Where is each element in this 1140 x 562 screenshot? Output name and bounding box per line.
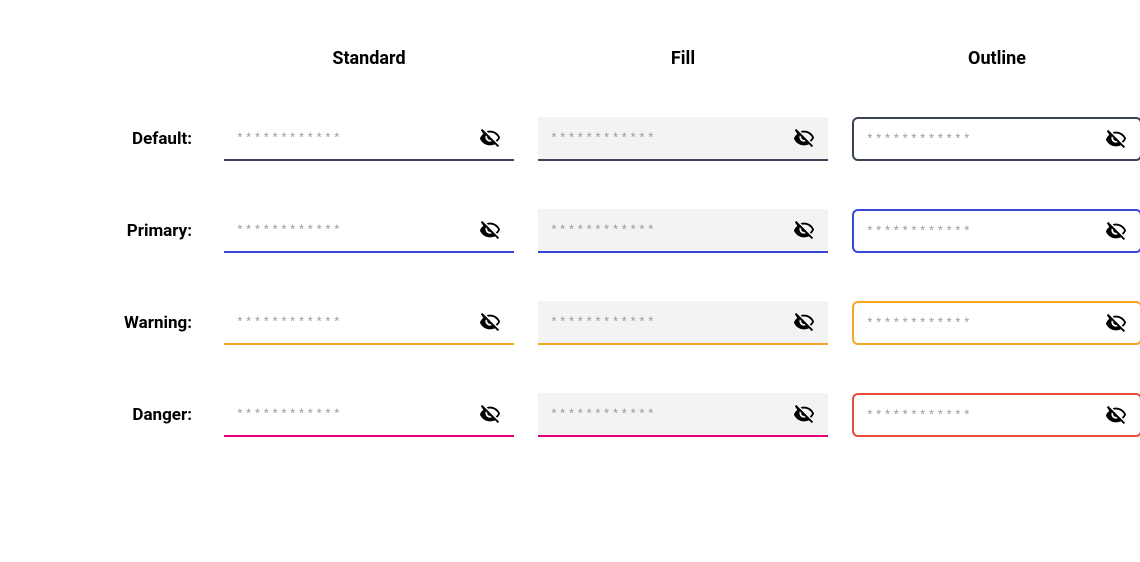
eye-off-icon[interactable] — [792, 126, 816, 150]
placeholder-text: ************ — [236, 315, 342, 330]
column-header-fill: Fill — [538, 48, 828, 69]
column-header-outline: Outline — [852, 48, 1140, 69]
password-input-standard-warning[interactable]: ************ — [224, 301, 514, 345]
row-label-warning: Warning: — [30, 313, 200, 333]
password-input-outline-primary[interactable]: ************ — [852, 209, 1140, 253]
password-input-fill-default[interactable]: ************ — [538, 117, 828, 161]
placeholder-text: ************ — [866, 132, 972, 147]
password-input-fill-danger[interactable]: ************ — [538, 393, 828, 437]
placeholder-text: ************ — [866, 408, 972, 423]
password-input-standard-danger[interactable]: ************ — [224, 393, 514, 437]
column-header-standard: Standard — [224, 48, 514, 69]
password-input-outline-warning[interactable]: ************ — [852, 301, 1140, 345]
row-label-primary: Primary: — [30, 221, 200, 241]
eye-off-icon[interactable] — [792, 310, 816, 334]
input-variants-grid: Standard Fill Outline Default: *********… — [0, 0, 1140, 437]
placeholder-text: ************ — [236, 407, 342, 422]
eye-off-icon[interactable] — [478, 310, 502, 334]
eye-off-icon[interactable] — [1104, 127, 1128, 151]
eye-off-icon[interactable] — [1104, 219, 1128, 243]
placeholder-text: ************ — [866, 316, 972, 331]
eye-off-icon[interactable] — [1104, 311, 1128, 335]
placeholder-text: ************ — [550, 315, 656, 330]
eye-off-icon[interactable] — [792, 218, 816, 242]
eye-off-icon[interactable] — [478, 402, 502, 426]
password-input-fill-primary[interactable]: ************ — [538, 209, 828, 253]
eye-off-icon[interactable] — [478, 218, 502, 242]
placeholder-text: ************ — [236, 223, 342, 238]
placeholder-text: ************ — [866, 224, 972, 239]
password-input-standard-default[interactable]: ************ — [224, 117, 514, 161]
eye-off-icon[interactable] — [478, 126, 502, 150]
eye-off-icon[interactable] — [1104, 403, 1128, 427]
eye-off-icon[interactable] — [792, 402, 816, 426]
placeholder-text: ************ — [550, 407, 656, 422]
placeholder-text: ************ — [550, 131, 656, 146]
password-input-outline-default[interactable]: ************ — [852, 117, 1140, 161]
password-input-standard-primary[interactable]: ************ — [224, 209, 514, 253]
row-label-default: Default: — [30, 129, 200, 149]
row-label-danger: Danger: — [30, 405, 200, 425]
placeholder-text: ************ — [550, 223, 656, 238]
password-input-fill-warning[interactable]: ************ — [538, 301, 828, 345]
password-input-outline-danger[interactable]: ************ — [852, 393, 1140, 437]
placeholder-text: ************ — [236, 131, 342, 146]
